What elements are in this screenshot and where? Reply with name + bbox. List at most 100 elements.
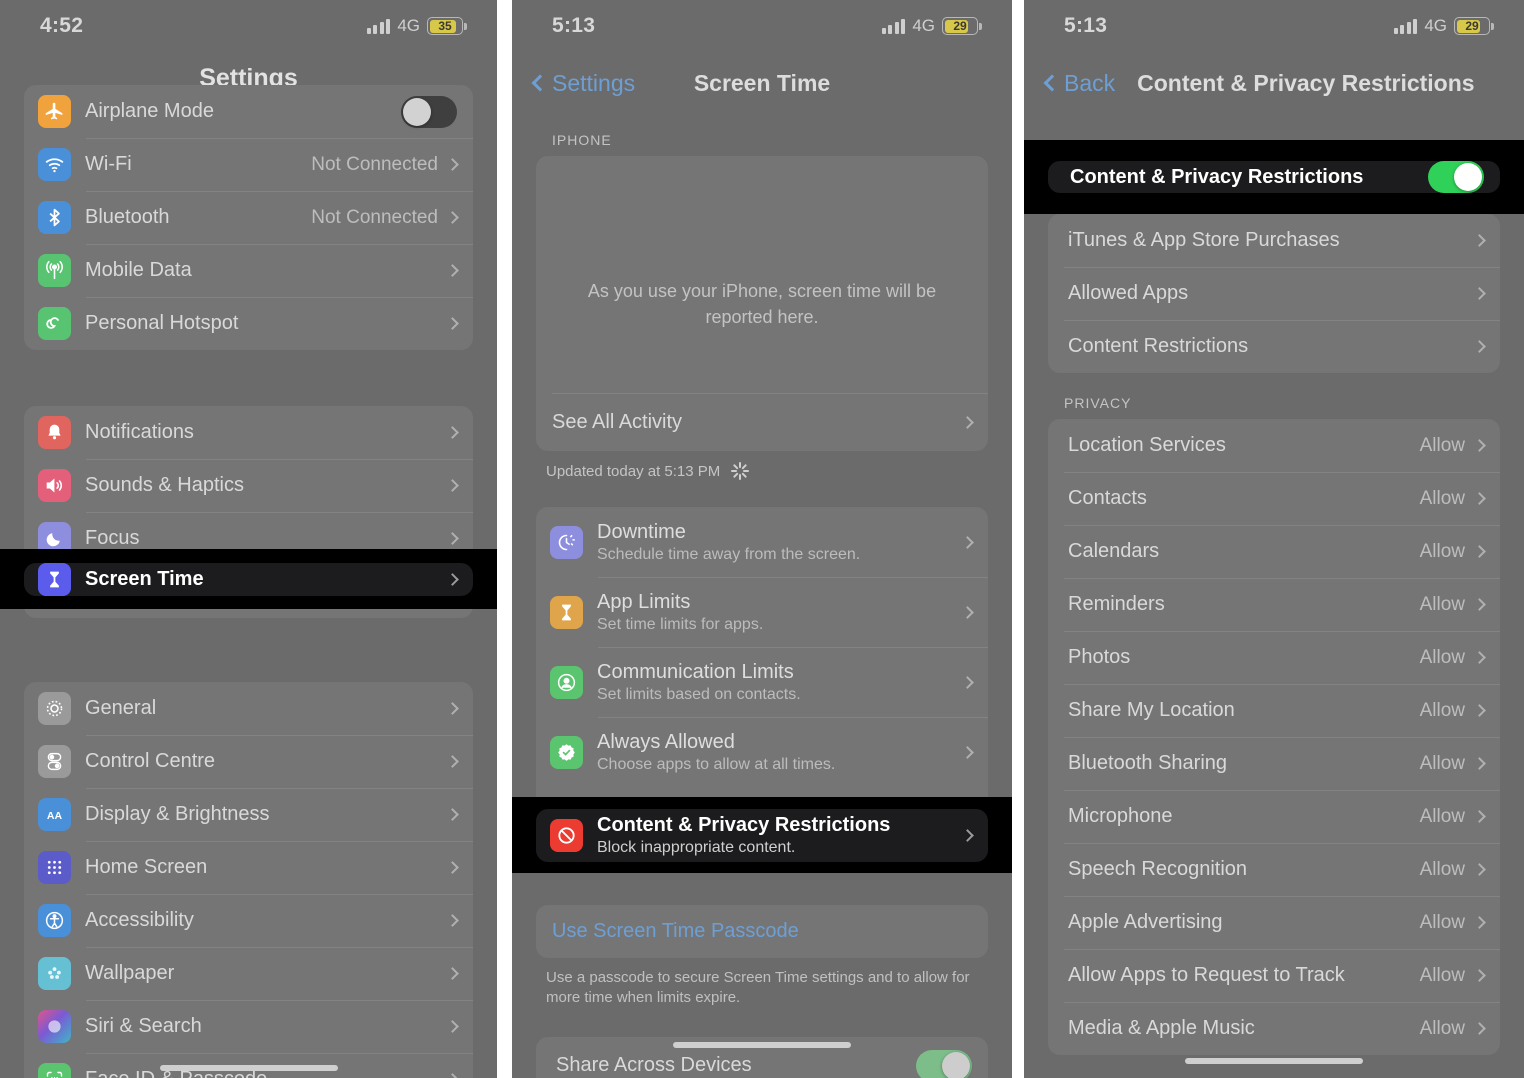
panel-settings: 4:52 4G 35 Settings Airplane Mode Wi-Fi …	[0, 0, 497, 1078]
row-media-apple-music[interactable]: Media & Apple Music Allow	[1048, 1002, 1500, 1055]
chevron-left-icon	[531, 74, 549, 92]
row-label: Focus	[85, 527, 140, 549]
chevron-right-icon	[1473, 545, 1486, 558]
row-content-privacy-restrictions[interactable]: Content & Privacy Restrictions Block ina…	[536, 808, 988, 862]
row-notifications[interactable]: Notifications	[24, 406, 473, 459]
row-label: Content Restrictions	[1068, 335, 1249, 357]
row-value: Allow	[1419, 858, 1465, 880]
button-label: Use Screen Time Passcode	[552, 920, 799, 942]
row-value: Allow	[1419, 593, 1465, 615]
row-allowed-apps[interactable]: Allowed Apps	[1048, 267, 1500, 320]
row-mobile-data[interactable]: Mobile Data	[24, 244, 473, 297]
row-calendars[interactable]: Calendars Allow	[1048, 525, 1500, 578]
three-panel-screenshot: 4:52 4G 35 Settings Airplane Mode Wi-Fi …	[0, 0, 1524, 1078]
content-privacy-toggle[interactable]	[1428, 161, 1484, 193]
row-control-centre[interactable]: Control Centre	[24, 735, 473, 788]
row-downtime[interactable]: Downtime Schedule time away from the scr…	[536, 507, 988, 577]
row-label: Display & Brightness	[85, 803, 270, 825]
row-bluetooth[interactable]: Bluetooth Not Connected	[24, 191, 473, 244]
row-wallpaper[interactable]: Wallpaper	[24, 947, 473, 1000]
row-personal-hotspot[interactable]: Personal Hotspot	[24, 297, 473, 350]
row-always-allowed[interactable]: Always Allowed Choose apps to allow at a…	[536, 717, 988, 787]
row-communication-limits[interactable]: Communication Limits Set limits based on…	[536, 647, 988, 717]
general-icon	[38, 692, 71, 725]
chevron-right-icon	[961, 605, 974, 619]
row-contacts[interactable]: Contacts Allow	[1048, 472, 1500, 525]
row-content-restrictions[interactable]: Content Restrictions	[1048, 320, 1500, 373]
row-home-screen[interactable]: Home Screen	[24, 841, 473, 894]
row-share-my-location[interactable]: Share My Location Allow	[1048, 684, 1500, 737]
chevron-right-icon	[446, 808, 459, 821]
row-app-limits[interactable]: App Limits Set time limits for apps.	[536, 577, 988, 647]
home-indicator	[159, 1065, 338, 1071]
updated-status: Updated today at 5:13 PM	[512, 451, 1012, 481]
section-header-iphone: IPHONE	[552, 132, 612, 148]
screen-time-chart-card: As you use your iPhone, screen time will…	[536, 156, 988, 451]
chevron-right-icon	[446, 861, 459, 874]
row-label: Location Services	[1068, 434, 1226, 456]
status-time: 5:13	[552, 14, 596, 37]
siri-search-icon	[38, 1010, 71, 1043]
row-label: Screen Time	[85, 567, 204, 590]
cellular-signal-icon	[881, 18, 906, 34]
battery-icon: 35	[427, 17, 467, 35]
status-indicators: 4G 29	[881, 16, 982, 36]
personal-hotspot-icon	[38, 307, 71, 340]
network-type-label: 4G	[397, 16, 420, 35]
row-microphone[interactable]: Microphone Allow	[1048, 790, 1500, 843]
battery-icon: 29	[1454, 17, 1494, 35]
chevron-right-icon	[1473, 598, 1486, 611]
row-wifi[interactable]: Wi-Fi Not Connected	[24, 138, 473, 191]
row-label: Airplane Mode	[85, 100, 214, 122]
row-content-privacy-master[interactable]: Content & Privacy Restrictions	[1048, 161, 1500, 193]
svg-text:AA: AA	[47, 810, 63, 822]
updated-label: Updated today at 5:13 PM	[546, 462, 721, 480]
see-all-activity-row[interactable]: See All Activity	[536, 393, 988, 451]
row-value: Not Connected	[311, 153, 438, 175]
row-general[interactable]: General	[24, 682, 473, 735]
row-siri-search[interactable]: Siri & Search	[24, 1000, 473, 1053]
chevron-right-icon	[1473, 340, 1486, 353]
row-airplane-mode[interactable]: Airplane Mode	[24, 85, 473, 138]
row-bluetooth-sharing[interactable]: Bluetooth Sharing Allow	[1048, 737, 1500, 790]
chevron-right-icon	[446, 211, 459, 224]
row-value: Allow	[1419, 646, 1465, 668]
row-subtitle: Set time limits for apps.	[597, 615, 764, 633]
share-across-devices-toggle[interactable]	[916, 1049, 972, 1078]
airplane-mode-toggle[interactable]	[401, 95, 457, 128]
wallpaper-icon	[38, 957, 71, 990]
airplane-icon	[38, 95, 71, 128]
chevron-right-icon	[446, 158, 459, 171]
row-speech-recognition[interactable]: Speech Recognition Allow	[1048, 843, 1500, 896]
row-allow-apps-request-track[interactable]: Allow Apps to Request to Track Allow	[1048, 949, 1500, 1002]
group-privacy: Location Services Allow Contacts Allow C…	[1048, 419, 1500, 1055]
notifications-icon	[38, 416, 71, 449]
control-centre-icon	[38, 745, 71, 778]
row-apple-advertising[interactable]: Apple Advertising Allow	[1048, 896, 1500, 949]
back-button[interactable]: Back	[1042, 70, 1115, 97]
row-location-services[interactable]: Location Services Allow	[1048, 419, 1500, 472]
row-text: Content & Privacy Restrictions Block ina…	[597, 814, 963, 857]
bluetooth-icon	[38, 201, 71, 234]
row-value: Allow	[1419, 752, 1465, 774]
row-reminders[interactable]: Reminders Allow	[1048, 578, 1500, 631]
group-system: General Control Centre AA Display & Brig…	[24, 682, 473, 1078]
row-sounds-haptics[interactable]: Sounds & Haptics	[24, 459, 473, 512]
back-button-settings[interactable]: Settings	[530, 70, 635, 97]
row-display-brightness[interactable]: AA Display & Brightness	[24, 788, 473, 841]
row-label: Personal Hotspot	[85, 312, 239, 334]
panel-gap	[497, 0, 512, 1078]
chevron-right-icon	[1473, 651, 1486, 664]
row-label: Reminders	[1068, 593, 1165, 615]
screen-time-icon	[38, 562, 71, 596]
row-itunes-app-store-purchases[interactable]: iTunes & App Store Purchases	[1048, 214, 1500, 267]
row-photos[interactable]: Photos Allow	[1048, 631, 1500, 684]
row-title: Downtime	[597, 520, 686, 543]
use-screen-time-passcode-button[interactable]: Use Screen Time Passcode	[536, 905, 988, 958]
communication-limits-icon	[550, 665, 583, 699]
row-label: Bluetooth	[85, 206, 170, 228]
status-indicators: 4G 29	[1393, 16, 1494, 36]
row-accessibility[interactable]: Accessibility	[24, 894, 473, 947]
row-screen-time[interactable]: Screen Time	[24, 562, 473, 596]
cellular-signal-icon	[366, 18, 391, 34]
